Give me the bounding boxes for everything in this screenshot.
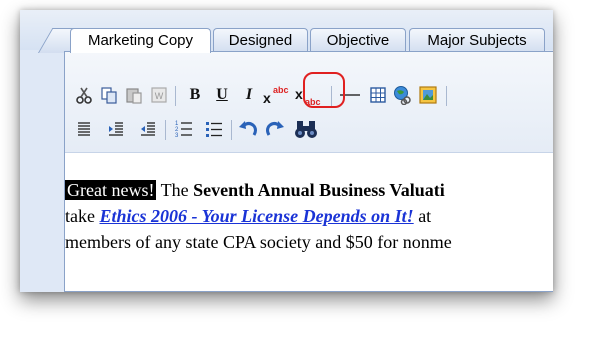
- find-button[interactable]: [293, 118, 319, 140]
- undo-button[interactable]: [237, 118, 259, 140]
- toolbar-separator: [231, 120, 232, 140]
- redo-button[interactable]: [264, 118, 286, 140]
- italic-button[interactable]: I: [238, 84, 260, 106]
- insert-image-button[interactable]: [417, 84, 439, 106]
- table-icon: [370, 87, 386, 103]
- tab-objective[interactable]: Objective: [310, 28, 406, 52]
- align-justify-button[interactable]: [73, 118, 95, 140]
- underline-label: U: [216, 86, 228, 103]
- outdent-icon: [141, 122, 155, 136]
- toolbar-row-2: 123: [65, 114, 553, 144]
- tab-bar: Marketing Copy Designed Objective Major …: [20, 10, 553, 53]
- rich-text-editor: W B U I x abc x abc 1 2 3 Great news! Th…: [64, 51, 553, 292]
- bulleted-list-button[interactable]: [203, 118, 225, 140]
- plain-text: at: [413, 206, 432, 226]
- tab-major-subjects[interactable]: Major Subjects: [409, 28, 545, 52]
- insert-link-button[interactable]: [392, 84, 414, 106]
- globe-link-icon: [394, 86, 411, 105]
- toolbar-separator: [175, 86, 176, 106]
- bold-label: B: [189, 86, 201, 103]
- copy-button[interactable]: [98, 84, 120, 106]
- ethics-link[interactable]: Ethics 2006 - Your License Depends on It…: [99, 206, 413, 226]
- table-button[interactable]: [367, 84, 389, 106]
- tab-marketing-copy[interactable]: Marketing Copy: [70, 28, 211, 53]
- binoculars-icon: [295, 121, 317, 138]
- indent-icon: [109, 122, 123, 136]
- italic-highlight-ring: [303, 72, 345, 108]
- numbered-list-button[interactable]: 123: [173, 118, 195, 140]
- indent-button[interactable]: [105, 118, 127, 140]
- paste-icon: [126, 88, 142, 104]
- paste-from-word-button[interactable]: W: [148, 84, 170, 106]
- image-icon: [419, 86, 437, 104]
- cut-button[interactable]: [73, 84, 95, 106]
- content-line-1: Great news! The Seventh Annual Business …: [65, 177, 445, 203]
- superscript-icon: x abc: [263, 85, 289, 106]
- numbered-list-icon: 123: [175, 121, 192, 139]
- selected-text: Great news!: [65, 180, 157, 200]
- plain-text: members of any state CPA society and $50…: [65, 232, 452, 252]
- toolbar-separator: [446, 86, 447, 106]
- svg-text:3: 3: [175, 133, 179, 139]
- editor-window: Marketing Copy Designed Objective Major …: [20, 10, 553, 292]
- underline-button[interactable]: U: [211, 84, 233, 106]
- svg-text:x: x: [295, 86, 303, 102]
- svg-text:abc: abc: [273, 85, 289, 95]
- content-line-3: members of any state CPA society and $50…: [65, 229, 452, 255]
- plain-text: take: [65, 206, 100, 226]
- superscript-button[interactable]: x abc: [262, 84, 292, 106]
- outdent-button[interactable]: [137, 118, 159, 140]
- editor-toolbar: W B U I x abc x abc 1 2 3: [65, 52, 553, 153]
- bold-button[interactable]: B: [184, 84, 206, 106]
- paste-button[interactable]: [123, 84, 145, 106]
- undo-icon: [239, 121, 257, 136]
- content-line-2: take Ethics 2006 - Your License Depends …: [65, 203, 431, 229]
- plain-text: The: [156, 180, 194, 200]
- svg-text:W: W: [155, 91, 164, 101]
- redo-icon: [266, 121, 284, 136]
- bold-text: Seventh Annual Business Valuati: [193, 180, 445, 200]
- toolbar-separator: [165, 120, 166, 140]
- bulleted-list-icon: [206, 122, 222, 137]
- copy-icon: [101, 87, 117, 104]
- scissors-icon: [76, 87, 92, 104]
- italic-label: I: [245, 86, 253, 103]
- paste-word-icon: W: [151, 87, 167, 103]
- svg-text:x: x: [263, 90, 271, 106]
- tab-designed[interactable]: Designed: [213, 28, 308, 52]
- align-lines-icon: [78, 122, 90, 136]
